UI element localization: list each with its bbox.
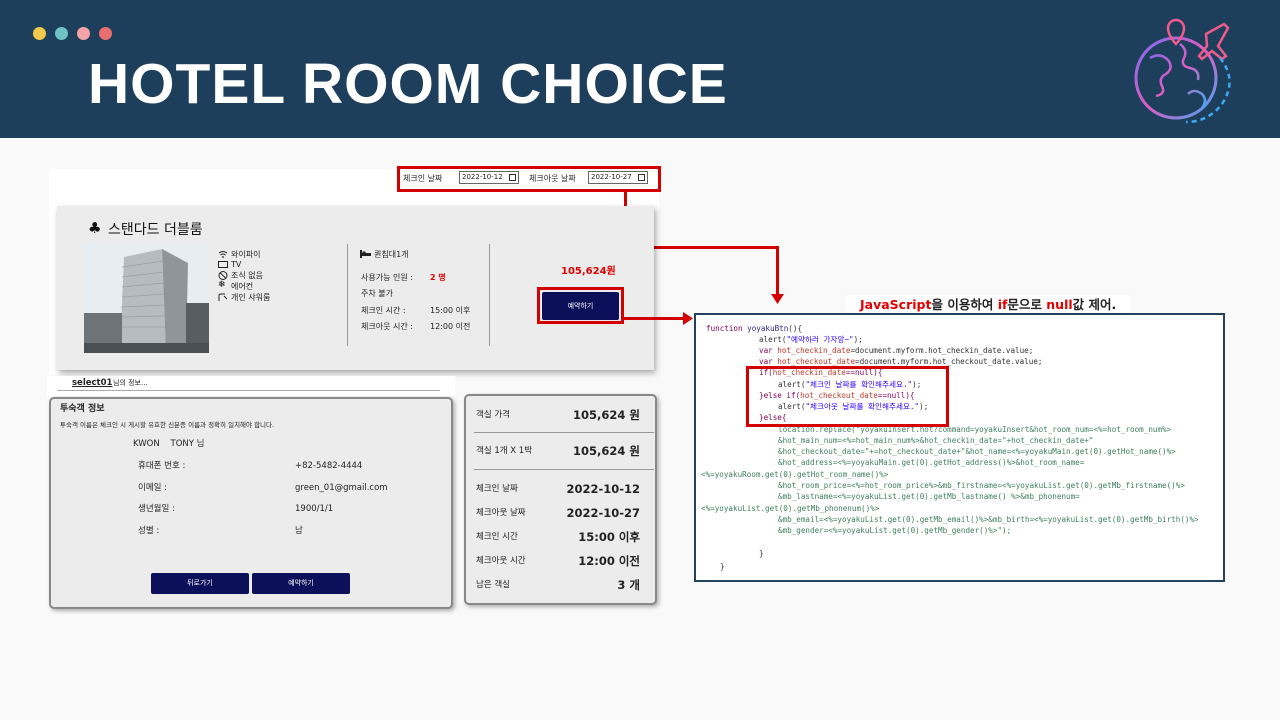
slide: HOTEL ROOM CHOICE 체크인 날짜 2022-10-12 체크아웃… [0, 0, 1280, 720]
divider [57, 390, 440, 391]
arrow-right-icon [683, 312, 693, 325]
red-dot [99, 27, 112, 40]
annotation-text: 값 제어. [1072, 297, 1117, 312]
bed-type: 퀸침대1개 [374, 250, 409, 259]
summary-value: 105,624 원 [573, 444, 640, 458]
date-highlight-box [397, 166, 661, 192]
guest-notice: 투숙객 이름은 체크인 시 게시할 유효한 신분증 이름과 정확히 일치해야 합… [60, 421, 275, 429]
summary-panel [464, 394, 657, 605]
summary-label: 체크인 시간 [476, 532, 518, 542]
arrow-line [776, 246, 779, 296]
code-line: var hot_checkin_date=document.myform.hot… [759, 346, 1034, 355]
code-annotation: JavaScript을 이용하여 if문으로 null값 제어. [846, 295, 1131, 315]
shower-icon [218, 293, 228, 301]
annotation-if: if [997, 297, 1008, 312]
reserve-highlight-box [537, 287, 624, 324]
aircon-icon: ❄ [218, 280, 226, 290]
user-id-link[interactable]: select01 [72, 378, 112, 388]
summary-label: 체크인 날짜 [476, 484, 518, 494]
capacity-label: 사용가능 인원 : [361, 273, 413, 282]
summary-label: 객실 1개 X 1박 [476, 446, 533, 456]
globe-travel-icon [1134, 18, 1231, 124]
summary-label: 체크아웃 시간 [476, 556, 526, 566]
pink-dot [77, 27, 90, 40]
amenity-shower: 개인 샤워룸 [231, 293, 271, 302]
wifi-icon [218, 251, 228, 258]
summary-label: 체크아웃 날짜 [476, 508, 526, 518]
user-info-suffix: 님의 정보... [113, 379, 148, 387]
bed-icon [360, 250, 371, 258]
birth-value: 1900/1/1 [295, 504, 334, 514]
code-line: function yoyakuBtn(){ [706, 324, 803, 333]
summary-divider [474, 432, 654, 433]
teal-dot [55, 27, 68, 40]
header-bar: HOTEL ROOM CHOICE [0, 0, 1280, 138]
divider [489, 244, 490, 346]
gender-value: 남 [295, 526, 303, 536]
annotation-text: 을 이용하여 [931, 297, 998, 312]
back-button[interactable]: 뒤로가기 [151, 573, 249, 594]
code-line: &hot_room_price=<%=hot_room_price%>&mb_f… [778, 481, 1185, 490]
code-line: &hot_main_num=<%=hot_main_num%>&hot_chec… [778, 436, 1094, 445]
checkout-time-label: 체크아웃 시간 : [361, 322, 413, 331]
code-line: <%=yoyakuList.get(0).getMb_phonenum()%> [701, 504, 880, 513]
amenity-breakfast: 조식 없음 [231, 271, 263, 280]
parking-info: 주차 불가 [361, 289, 393, 298]
annotation-null: null [1046, 297, 1073, 312]
amenity-wifi: 와이파이 [231, 250, 261, 259]
arrow-down-icon [771, 294, 784, 304]
club-icon: ♣ [88, 219, 102, 237]
checkout-time-value: 12:00 이전 [430, 322, 471, 331]
code-line: <%=yoyakuRoom.get(0).getHot_room_name()%… [701, 470, 889, 479]
summary-value: 3 개 [617, 578, 640, 592]
room-price: 105,624원 [561, 266, 616, 277]
summary-value: 105,624 원 [573, 408, 640, 422]
email-label: 이메일 : [138, 483, 168, 493]
code-highlight-box [746, 366, 949, 427]
arrow-line [624, 317, 684, 320]
code-line: &hot_address=<%=yoyakuMain.get(0).getHot… [778, 458, 1085, 467]
summary-label: 객실 가격 [476, 410, 510, 420]
birth-label: 생년월일 : [138, 504, 175, 514]
summary-value: 2022-10-27 [566, 506, 640, 520]
code-line: } [720, 562, 725, 571]
divider [347, 244, 348, 346]
no-breakfast-icon [218, 271, 228, 280]
slide-title: HOTEL ROOM CHOICE [88, 52, 728, 116]
guest-name: KWON TONY 님 [133, 439, 205, 449]
phone-label: 휴대폰 번호 : [138, 461, 186, 471]
code-line: &mb_email=<%=yoyakuList.get(0).getMb_ema… [778, 515, 1199, 524]
checkin-time-value: 15:00 이후 [430, 306, 471, 315]
hotel-photo [84, 243, 209, 353]
checkin-time-label: 체크인 시간 : [361, 306, 406, 315]
yellow-dot [33, 27, 46, 40]
code-line: &mb_lastname=<%=yoyakuList.get(0).getMb_… [778, 492, 1080, 501]
gender-label: 성별 : [138, 526, 160, 536]
summary-divider [474, 469, 654, 470]
annotation-js: JavaScript [860, 297, 932, 312]
code-line: &hot_checkout_date="+=hot_checkout_date+… [778, 447, 1176, 456]
guest-info-title: 투숙객 정보 [60, 404, 105, 414]
amenity-aircon: 에어컨 [231, 282, 254, 291]
email-value: green_01@gmail.com [295, 483, 388, 493]
amenity-tv: TV [231, 260, 242, 269]
phone-value: +82-5482-4444 [295, 461, 363, 471]
summary-value: 12:00 이전 [578, 554, 640, 568]
code-line: alert("예약하러 가자앙~"); [759, 335, 863, 344]
summary-label: 남은 객실 [476, 580, 510, 590]
capacity-value: 2 명 [430, 273, 446, 282]
tv-icon [218, 261, 228, 268]
annotation-text: 문으로 [1007, 297, 1047, 312]
summary-value: 2022-10-12 [566, 482, 640, 496]
summary-value: 15:00 이후 [578, 530, 640, 544]
confirm-reserve-button[interactable]: 예약하기 [252, 573, 350, 594]
code-line: &mb_gender=<%=yoyakuList.get(0).getMb_ge… [778, 526, 1012, 535]
code-line: } [759, 549, 764, 558]
room-name: 스탠다드 더블룸 [108, 222, 203, 238]
